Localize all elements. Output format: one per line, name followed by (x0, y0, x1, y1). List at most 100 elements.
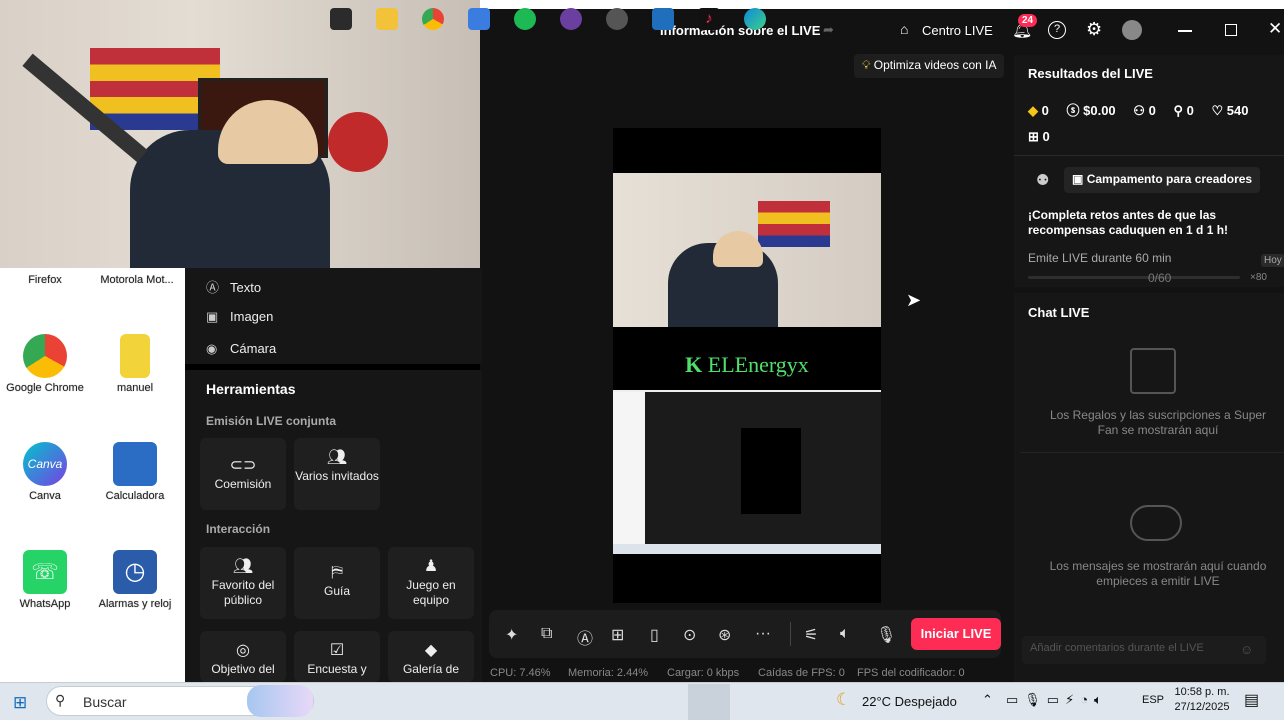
chat-divider (1020, 452, 1284, 453)
preview-taskbar (613, 544, 881, 554)
windows-desktop: Firefox Motorola Mot... Google Chrome ma… (0, 268, 185, 682)
chrome-taskbar-icon[interactable] (422, 8, 444, 30)
live-info-title[interactable]: Información sobre el LIVE (660, 23, 820, 38)
calculator-taskbar-icon[interactable] (652, 8, 674, 30)
gallery-icon: ◆ (424, 642, 438, 659)
tool-label: Encuesta y (307, 662, 367, 676)
money-stat: ⓢ $0.00 (1066, 100, 1115, 119)
tray-chevron-icon[interactable]: ⌃ (982, 692, 993, 708)
windows-start-icon[interactable]: ⊞ (13, 693, 27, 713)
language-indicator[interactable]: ESP (1142, 694, 1164, 706)
multi-guest-button[interactable]: 👥︎ Varios invitados (294, 438, 380, 510)
guide-button[interactable]: ⛿ Guía (294, 547, 380, 619)
minimize-icon[interactable] (1178, 30, 1192, 32)
bootcamp-button[interactable]: ▣ Campamento para creadores (1064, 167, 1261, 193)
settings-sliders-icon[interactable]: ⚟ (804, 625, 818, 645)
obs-icon[interactable] (560, 8, 582, 30)
status-encoder-fps: FPS del codificador: 0 (857, 667, 965, 679)
weather-text[interactable]: 22°C Despejado (862, 694, 957, 709)
centro-live-link[interactable]: Centro LIVE (922, 23, 993, 38)
status-fps-drops: Caídas de FPS: 0 (758, 667, 845, 679)
ai-icon[interactable]: Ⓐ (577, 625, 593, 649)
coemision-button[interactable]: ⊂⊃ Coemisión (200, 438, 286, 510)
mouse-cursor: ➤ (906, 290, 922, 310)
followers-stat: ⚲ 0 (1173, 103, 1193, 119)
microphone-icon[interactable]: 🎙︎ (876, 625, 896, 645)
phone-icon[interactable]: ▯ (650, 625, 659, 645)
status-load: Cargar: 0 kbps (667, 667, 740, 679)
share-icon[interactable]: ➦ (823, 22, 834, 38)
joint-live-title: Emisión LIVE conjunta (206, 414, 337, 428)
stream-preview[interactable]: K ELEnergyx (613, 128, 881, 603)
maximize-icon[interactable] (1225, 24, 1237, 36)
link-icon: ⊂⊃ (229, 457, 257, 474)
desktop-icon-canva[interactable]: Canva Canva (0, 442, 90, 502)
poll-button[interactable]: ☑ Encuesta y (294, 631, 380, 682)
follow-icon: ⚲ (1173, 103, 1183, 118)
desktop-icon-whatsapp[interactable]: ☏ WhatsApp (0, 550, 90, 610)
record-icon[interactable]: ⊙ (683, 625, 696, 645)
file-explorer-icon[interactable] (376, 8, 398, 30)
taskbar-search[interactable]: ⚲ Buscar (46, 685, 314, 717)
tools-title: Herramientas (206, 381, 296, 397)
diamond-stat: ◆ 0 (1028, 103, 1049, 119)
emoji-icon[interactable]: ☺ (1240, 642, 1253, 657)
help-icon[interactable]: ? (1048, 21, 1066, 39)
audience-favorite-button[interactable]: 👥︎ Favorito del público (200, 547, 286, 619)
desktop-icon-label: Google Chrome (6, 382, 84, 394)
people-star-icon: 👥︎ (232, 558, 254, 575)
avatar[interactable] (1122, 20, 1142, 40)
layout-icon[interactable]: ⊞ (611, 625, 624, 645)
desktop-label-firefox[interactable]: Firefox (0, 274, 90, 286)
app-circle-icon[interactable] (606, 8, 628, 30)
edge-icon[interactable] (744, 8, 766, 30)
task-progress-bar (1028, 276, 1240, 279)
source-camera[interactable]: ◉ Cámara (206, 341, 276, 357)
tool-label: Juego en equipo (406, 578, 456, 607)
notifications-icon[interactable]: ▤ (1244, 690, 1259, 710)
viewers-icon: ⚇ (1133, 103, 1145, 118)
gear-icon[interactable]: ⚙ (1086, 19, 1102, 40)
coin-icon: ⓢ (1066, 103, 1080, 118)
desktop-icon-label: Alarmas y reloj (98, 598, 172, 610)
source-image[interactable]: ▣ Imagen (206, 309, 273, 325)
chat-input[interactable]: Añadir comentarios durante el LIVE (1022, 636, 1266, 664)
optimize-banner[interactable]: 💡︎ Optimiza videos con IA (854, 54, 1005, 78)
source-text[interactable]: Ⓐ Texto (206, 277, 261, 296)
creator-icon[interactable]: ⚉ (1036, 171, 1049, 189)
speaker-icon[interactable]: 🔈︎ (840, 625, 850, 643)
desktop-label-motorola[interactable]: Motorola Mot... (92, 274, 182, 286)
effects-icon[interactable]: ⧉ (541, 625, 552, 643)
goal-button[interactable]: ◎ Objetivo del (200, 631, 286, 682)
brand-text: ELEnergyx (707, 352, 809, 377)
gifts-placeholder: Los Regalos y las suscripciones a Super … (1049, 408, 1267, 437)
tiktok-live-icon[interactable]: ♪ (698, 8, 720, 30)
ball-decoration (328, 112, 388, 172)
preview-brand: K ELEnergyx (613, 352, 881, 378)
more-icon[interactable]: ··· (755, 625, 771, 643)
desktop-icon-calculator[interactable]: Calculadora (90, 442, 180, 502)
task-view-icon[interactable] (330, 8, 352, 30)
spotify-icon[interactable] (514, 8, 536, 30)
tool-label: Varios invitados (295, 469, 379, 483)
desktop-icon-chrome[interactable]: Google Chrome (0, 334, 90, 394)
start-live-button[interactable]: Iniciar LIVE (911, 618, 1001, 650)
results-divider (1014, 155, 1284, 156)
app-three-icon[interactable] (468, 8, 490, 30)
tool-label: Objetivo del (211, 662, 275, 676)
bootcamp-icon: ▣ (1072, 172, 1084, 186)
desktop-icon-manuel[interactable]: manuel (90, 334, 180, 394)
desktop-icon-clock[interactable]: ◷ Alarmas y reloj (90, 550, 180, 610)
source-label: Cámara (230, 341, 277, 356)
preview-camera-frame (613, 173, 881, 327)
close-icon[interactable]: ✕ (1268, 19, 1282, 39)
camera-icon: ◉ (206, 341, 218, 356)
tray-icons[interactable]: ▭🎙︎▭⚡︎◔🔈︎ (1006, 692, 1108, 708)
magic-icon[interactable]: ✦ (505, 625, 518, 645)
guide-icon: ⛿ (331, 564, 343, 581)
camera-switch-icon[interactable]: ⊛ (718, 625, 731, 645)
clock[interactable]: 10:58 p. m. 27/12/2025 (1170, 685, 1234, 715)
stat-value: 0 (1186, 103, 1194, 118)
team-game-button[interactable]: ♟ Juego en equipo (388, 547, 474, 619)
gallery-button[interactable]: ◆ Galería de (388, 631, 474, 682)
